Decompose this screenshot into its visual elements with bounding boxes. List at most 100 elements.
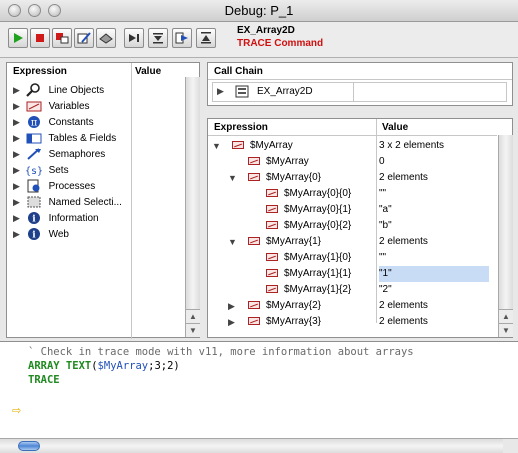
disclosure-triangle-icon[interactable]: ▶ [13, 114, 23, 130]
svg-text:i: i [32, 231, 36, 241]
theme-label: Information [48, 213, 99, 224]
run-button[interactable] [8, 28, 28, 48]
theme-web[interactable]: ▶ i Web [13, 226, 69, 242]
expanded-triangle-icon[interactable]: ▼ [228, 234, 237, 250]
command-keyword: ARRAY TEXT [28, 360, 92, 372]
svg-text:i: i [32, 215, 36, 225]
watch-row[interactable]: $MyArray{0}{0} "" [208, 186, 497, 202]
watch-row[interactable]: ▼ $MyArray{0} 2 elements [208, 170, 497, 186]
watch-value: 2 elements [379, 172, 428, 183]
theme-label: Constants [48, 117, 94, 128]
expression-pane: Expression Value ▶ Line Objects ▶ Variab… [6, 62, 200, 339]
watch-row[interactable]: $MyArray{1}{2} "2" [208, 282, 497, 298]
watch-value: "b" [379, 220, 392, 231]
disclosure-triangle-icon[interactable]: ▶ [13, 98, 23, 114]
abort-and-edit-button[interactable] [52, 28, 72, 48]
disclosure-triangle-icon[interactable]: ▶ [13, 210, 23, 226]
theme-processes[interactable]: ▶ Processes [13, 178, 95, 194]
watch-row[interactable]: ▼ $MyArray 3 x 2 elements [208, 138, 497, 154]
watch-value: 3 x 2 elements [379, 140, 445, 151]
step-out-button[interactable] [172, 28, 192, 48]
resize-grip-icon[interactable] [503, 438, 518, 453]
selection-icon [27, 196, 41, 208]
scroll-thumb[interactable] [18, 441, 40, 451]
watch-expression-header[interactable]: Expression [214, 121, 268, 135]
disclosure-triangle-icon[interactable]: ▶ [13, 178, 23, 194]
step-outside-button[interactable] [196, 28, 216, 48]
watch-value: "" [379, 188, 387, 199]
watch-row[interactable]: ▼ $MyArray{1} 2 elements [208, 234, 497, 250]
step-over-button[interactable] [124, 28, 144, 48]
array-icon [248, 173, 260, 182]
array-icon [26, 101, 42, 112]
code-arguments: ;3;2) [148, 360, 180, 372]
watch-row[interactable]: $MyArray{1}{0} "" [208, 250, 497, 266]
source-code-pane[interactable]: ` Check in trace mode with v11, more inf… [0, 341, 518, 453]
theme-tables-fields[interactable]: ▶ Tables & Fields [13, 130, 116, 146]
scroll-up-arrow[interactable]: ▲ [186, 309, 200, 323]
watch-row[interactable]: $MyArray{0}{1} "a" [208, 202, 497, 218]
scroll-up-arrow[interactable]: ▲ [499, 309, 513, 323]
disclosure-triangle-icon[interactable]: ▶ [13, 226, 23, 242]
call-chain-method: EX_Array2D [257, 86, 313, 97]
watch-row[interactable]: $MyArray{0}{2} "b" [208, 218, 497, 234]
watch-value-header[interactable]: Value [382, 121, 408, 135]
array-icon [248, 237, 260, 246]
call-chain-row[interactable]: ▶ EX_Array2D [212, 82, 507, 102]
scroll-down-arrow[interactable]: ▼ [186, 323, 200, 337]
disclosure-triangle-icon[interactable]: ▶ [217, 86, 224, 97]
watch-row[interactable]: ▶ $MyArray{2} 2 elements [208, 298, 497, 314]
theme-variables[interactable]: ▶ Variables [13, 98, 90, 114]
watch-expression: $MyArray{1}{1} [284, 268, 352, 279]
code-horizontal-scrollbar[interactable] [0, 438, 503, 453]
expression-column-header[interactable]: Expression [13, 65, 67, 79]
process-icon [27, 179, 40, 193]
theme-named-selections[interactable]: ▶ Named Selecti... [13, 194, 122, 210]
call-chain-pane: Call Chain ▶ EX_Array2D [207, 62, 513, 106]
column-divider[interactable] [131, 63, 132, 339]
disclosure-triangle-icon[interactable]: ▶ [13, 82, 23, 98]
step-into-button[interactable] [148, 28, 168, 48]
theme-semaphores[interactable]: ▶ Semaphores [13, 146, 105, 162]
expression-vertical-scrollbar[interactable]: ▲ ▼ [185, 77, 200, 337]
array-icon [266, 205, 278, 214]
watch-value: "" [379, 252, 387, 263]
expanded-triangle-icon[interactable]: ▼ [228, 170, 237, 186]
watch-row-selected[interactable]: $MyArray{1}{1} "1" [208, 266, 497, 282]
theme-label: Semaphores [48, 149, 106, 160]
current-method-name: EX_Array2D [237, 25, 295, 36]
array-icon [266, 253, 278, 262]
watch-value[interactable]: "1" [379, 268, 392, 279]
theme-sets[interactable]: ▶ {s} Sets [13, 162, 69, 178]
magnifier-icon [26, 83, 40, 98]
watch-row[interactable]: $MyArray 0 [208, 154, 497, 170]
disclosure-triangle-icon[interactable]: ▶ [13, 130, 23, 146]
watch-expression: $MyArray{0}{1} [284, 204, 352, 215]
watch-vertical-scrollbar[interactable]: ▲ ▼ [498, 135, 513, 337]
watch-expression: $MyArray [266, 156, 309, 167]
code-line-trace[interactable]: TRACE [28, 374, 60, 386]
theme-constants[interactable]: ▶ π Constants [13, 114, 94, 130]
value-column-header[interactable]: Value [135, 65, 161, 79]
theme-line-objects[interactable]: ▶ Line Objects [13, 82, 104, 98]
theme-information[interactable]: ▶ i Information [13, 210, 99, 226]
collapsed-triangle-icon[interactable]: ▶ [228, 298, 235, 314]
abort-and-edit-icon [56, 33, 69, 44]
disclosure-triangle-icon[interactable]: ▶ [13, 194, 23, 210]
step-outside-icon [201, 32, 211, 44]
watch-expression: $MyArray [250, 140, 293, 151]
debug-options-button[interactable] [96, 28, 116, 48]
array-icon [232, 141, 244, 150]
scroll-down-arrow[interactable]: ▼ [499, 323, 513, 337]
code-line-array-text[interactable]: ARRAY TEXT($MyArray;3;2) [28, 360, 180, 372]
disclosure-triangle-icon[interactable]: ▶ [13, 162, 23, 178]
collapsed-triangle-icon[interactable]: ▶ [228, 314, 235, 330]
run-icon [14, 33, 23, 43]
abort-button[interactable] [30, 28, 50, 48]
disclosure-triangle-icon[interactable]: ▶ [13, 146, 23, 162]
expanded-triangle-icon[interactable]: ▼ [212, 138, 221, 154]
edit-button[interactable] [74, 28, 94, 48]
code-variable: $MyArray [97, 360, 149, 372]
watch-row[interactable]: ▶ $MyArray{3} 2 elements [208, 314, 497, 330]
theme-label: Variables [48, 101, 90, 112]
